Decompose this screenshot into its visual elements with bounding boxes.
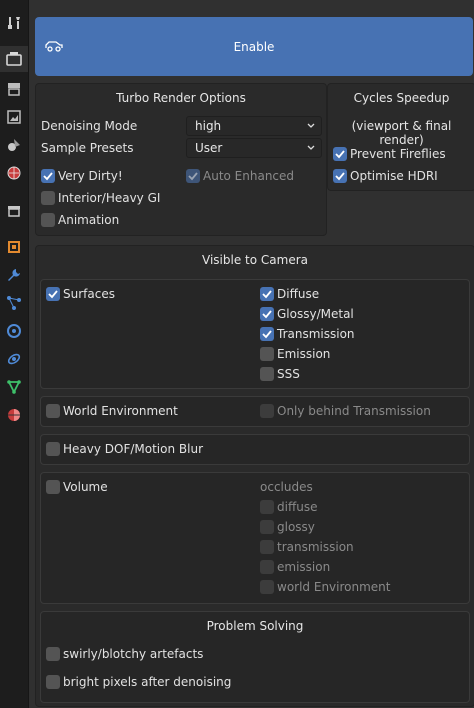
heavy-dof-checkbox[interactable] bbox=[46, 442, 60, 456]
visible-to-camera-panel: Visible to Camera Surfaces Diffuse Gloss… bbox=[35, 245, 474, 707]
diffuse-label: Diffuse bbox=[277, 287, 320, 301]
occludes-glossy-label: glossy bbox=[277, 520, 315, 534]
occludes-glossy-checkbox[interactable] bbox=[260, 520, 274, 534]
problem-solving-box: Problem Solving swirly/blotchy artefacts… bbox=[40, 611, 470, 703]
particles-icon[interactable] bbox=[5, 294, 23, 312]
volume-label: Volume bbox=[63, 480, 108, 494]
problem-solving-title: Problem Solving bbox=[206, 619, 304, 633]
volume-checkbox[interactable] bbox=[46, 480, 60, 494]
emission-checkbox[interactable] bbox=[260, 347, 274, 361]
world-environment-checkbox[interactable] bbox=[46, 404, 60, 418]
occludes-world-environment-label: world Environment bbox=[277, 580, 391, 594]
optimise-hdri-label: Optimise HDRI bbox=[350, 169, 438, 183]
occludes-world-environment-checkbox[interactable] bbox=[260, 580, 274, 594]
auto-enhanced-checkbox[interactable] bbox=[186, 169, 200, 183]
occludes-transmission-label: transmission bbox=[277, 540, 354, 554]
transmission-label: Transmission bbox=[277, 327, 355, 341]
sample-presets-label: Sample Presets bbox=[41, 141, 134, 155]
sss-checkbox[interactable] bbox=[260, 367, 274, 381]
occludes-emission-label: emission bbox=[277, 560, 331, 574]
visible-to-camera-title: Visible to Camera bbox=[202, 253, 308, 267]
interior-heavy-gi-label: Interior/Heavy GI bbox=[58, 191, 161, 205]
scene-icon[interactable] bbox=[5, 136, 23, 154]
volume-box: Volume occludes diffuse glossy transmiss… bbox=[40, 472, 470, 604]
very-dirty-label: Very Dirty! bbox=[58, 169, 123, 183]
chevron-down-icon bbox=[307, 145, 315, 150]
render-icon[interactable] bbox=[5, 50, 23, 68]
turbo-render-title: Turbo Render Options bbox=[116, 91, 246, 105]
very-dirty-checkbox[interactable] bbox=[41, 169, 55, 183]
enable-label: Enable bbox=[233, 39, 275, 54]
prevent-fireflies-label: Prevent Fireflies bbox=[350, 147, 446, 161]
data-icon[interactable] bbox=[5, 378, 23, 396]
object-icon[interactable] bbox=[5, 238, 23, 256]
heavy-dof-box: Heavy DOF/Motion Blur bbox=[40, 434, 470, 465]
cycles-speedup-panel: Cycles Speedup (viewport & final render)… bbox=[327, 83, 474, 191]
enable-button[interactable]: Enable bbox=[35, 17, 473, 76]
swirly-checkbox[interactable] bbox=[46, 647, 60, 661]
properties-content: Enable Turbo Render Options Denoising Mo… bbox=[28, 0, 474, 708]
properties-sidebar bbox=[0, 0, 29, 708]
optimise-hdri-checkbox[interactable] bbox=[333, 169, 347, 183]
tool-icon[interactable] bbox=[5, 14, 23, 32]
diffuse-checkbox[interactable] bbox=[260, 287, 274, 301]
output-icon[interactable] bbox=[5, 80, 23, 98]
turbo-render-panel: Turbo Render Options Denoising Mode high… bbox=[35, 83, 327, 236]
transmission-checkbox[interactable] bbox=[260, 327, 274, 341]
cycles-speedup-title: Cycles Speedup bbox=[353, 91, 450, 105]
world-environment-label: World Environment bbox=[63, 404, 178, 418]
sample-presets-dropdown[interactable]: User bbox=[186, 138, 322, 158]
modifier-icon[interactable] bbox=[5, 266, 23, 284]
glossy-metal-label: Glossy/Metal bbox=[277, 307, 354, 321]
prevent-fireflies-checkbox[interactable] bbox=[333, 147, 347, 161]
sss-label: SSS bbox=[277, 367, 300, 381]
chevron-down-icon bbox=[307, 123, 315, 128]
surfaces-label: Surfaces bbox=[63, 287, 115, 301]
sample-presets-value: User bbox=[195, 141, 223, 155]
denoising-mode-value: high bbox=[195, 119, 222, 133]
denoising-mode-dropdown[interactable]: high bbox=[186, 116, 322, 136]
constraints-icon[interactable] bbox=[5, 350, 23, 368]
occludes-transmission-checkbox[interactable] bbox=[260, 540, 274, 554]
view-layer-icon[interactable] bbox=[5, 108, 23, 126]
physics-icon[interactable] bbox=[5, 322, 23, 340]
surfaces-box: Surfaces Diffuse Glossy/Metal Transmissi… bbox=[40, 279, 470, 389]
world-icon[interactable] bbox=[5, 164, 23, 182]
occludes-diffuse-label: diffuse bbox=[277, 500, 318, 514]
material-icon[interactable] bbox=[5, 406, 23, 424]
car-icon bbox=[45, 41, 63, 52]
bright-pixels-label: bright pixels after denoising bbox=[63, 675, 232, 689]
occludes-emission-checkbox[interactable] bbox=[260, 560, 274, 574]
cycles-speedup-subtitle: (viewport & final render) bbox=[351, 119, 452, 147]
animation-checkbox[interactable] bbox=[41, 213, 55, 227]
only-behind-transmission-label: Only behind Transmission bbox=[277, 404, 431, 418]
only-behind-transmission-checkbox[interactable] bbox=[260, 404, 274, 418]
collection-icon[interactable] bbox=[5, 202, 23, 220]
glossy-metal-checkbox[interactable] bbox=[260, 307, 274, 321]
bright-pixels-checkbox[interactable] bbox=[46, 675, 60, 689]
auto-enhanced-label: Auto Enhanced bbox=[203, 169, 295, 183]
occludes-diffuse-checkbox[interactable] bbox=[260, 500, 274, 514]
denoising-mode-label: Denoising Mode bbox=[41, 119, 138, 133]
occludes-label: occludes bbox=[260, 480, 313, 494]
interior-heavy-gi-checkbox[interactable] bbox=[41, 191, 55, 205]
world-environment-box: World Environment Only behind Transmissi… bbox=[40, 396, 470, 427]
swirly-label: swirly/blotchy artefacts bbox=[63, 647, 204, 661]
surfaces-checkbox[interactable] bbox=[46, 287, 60, 301]
emission-label: Emission bbox=[277, 347, 331, 361]
heavy-dof-label: Heavy DOF/Motion Blur bbox=[63, 442, 204, 456]
animation-label: Animation bbox=[58, 213, 120, 227]
